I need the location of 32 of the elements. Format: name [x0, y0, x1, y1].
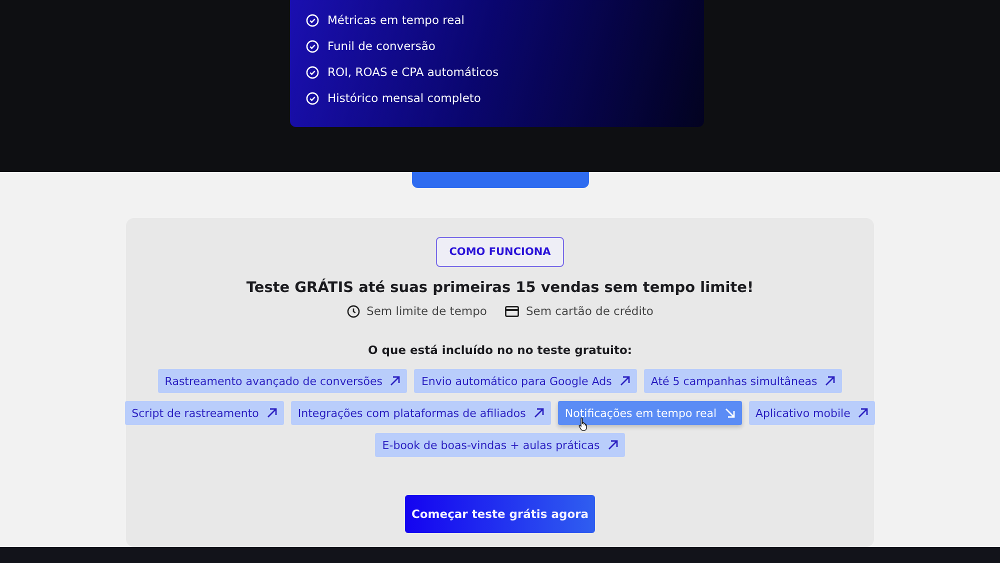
feature-chip[interactable]: Rastreamento avançado de conversões [158, 369, 408, 393]
section-badge: COMO FUNCIONA [436, 237, 564, 267]
perk-text: Sem cartão de crédito [526, 304, 654, 318]
arrow-icon [390, 376, 400, 386]
check-circle-icon [306, 14, 318, 26]
start-trial-button[interactable]: Começar teste grátis agora [405, 495, 595, 533]
feature-chip[interactable]: Envio automático para Google Ads [414, 369, 637, 393]
arrow-icon [858, 408, 868, 418]
arrow-icon [534, 408, 544, 418]
feature-text: Funil de conversão [328, 39, 436, 53]
feature-chip[interactable]: Até 5 campanhas simultâneas [644, 369, 842, 393]
feature-chip[interactable]: E-book de boas-vindas + aulas práticas [375, 433, 625, 457]
check-circle-icon [306, 40, 318, 52]
feature-text: Histórico mensal completo [328, 91, 481, 105]
perk-text: Sem limite de tempo [366, 304, 487, 318]
arrow-icon [825, 376, 836, 386]
feature-chip[interactable]: Integrações com plataformas de afiliados [290, 401, 551, 425]
credit-card-icon [504, 306, 519, 316]
trial-headline: Teste GRÁTIS até suas primeiras 15 vendas sem tempo limite! [246, 280, 754, 296]
arrow-icon [608, 440, 618, 450]
feature-text: Métricas em tempo real [328, 13, 464, 27]
arrow-icon [266, 408, 277, 418]
check-circle-icon [306, 66, 318, 78]
check-circle-icon [306, 92, 318, 104]
feature-chip[interactable]: Script de rastreamento [124, 401, 284, 425]
clock-icon [346, 304, 360, 318]
arrow-icon [620, 376, 630, 386]
feature-text: ROI, ROAS e CPA automáticos [328, 65, 499, 79]
arrow-icon [724, 408, 735, 418]
feature-chip[interactable]: Aplicativo mobile [748, 401, 876, 425]
included-title: O que está incluído no no teste gratuito: [368, 343, 632, 357]
button-edge[interactable] [412, 172, 588, 188]
